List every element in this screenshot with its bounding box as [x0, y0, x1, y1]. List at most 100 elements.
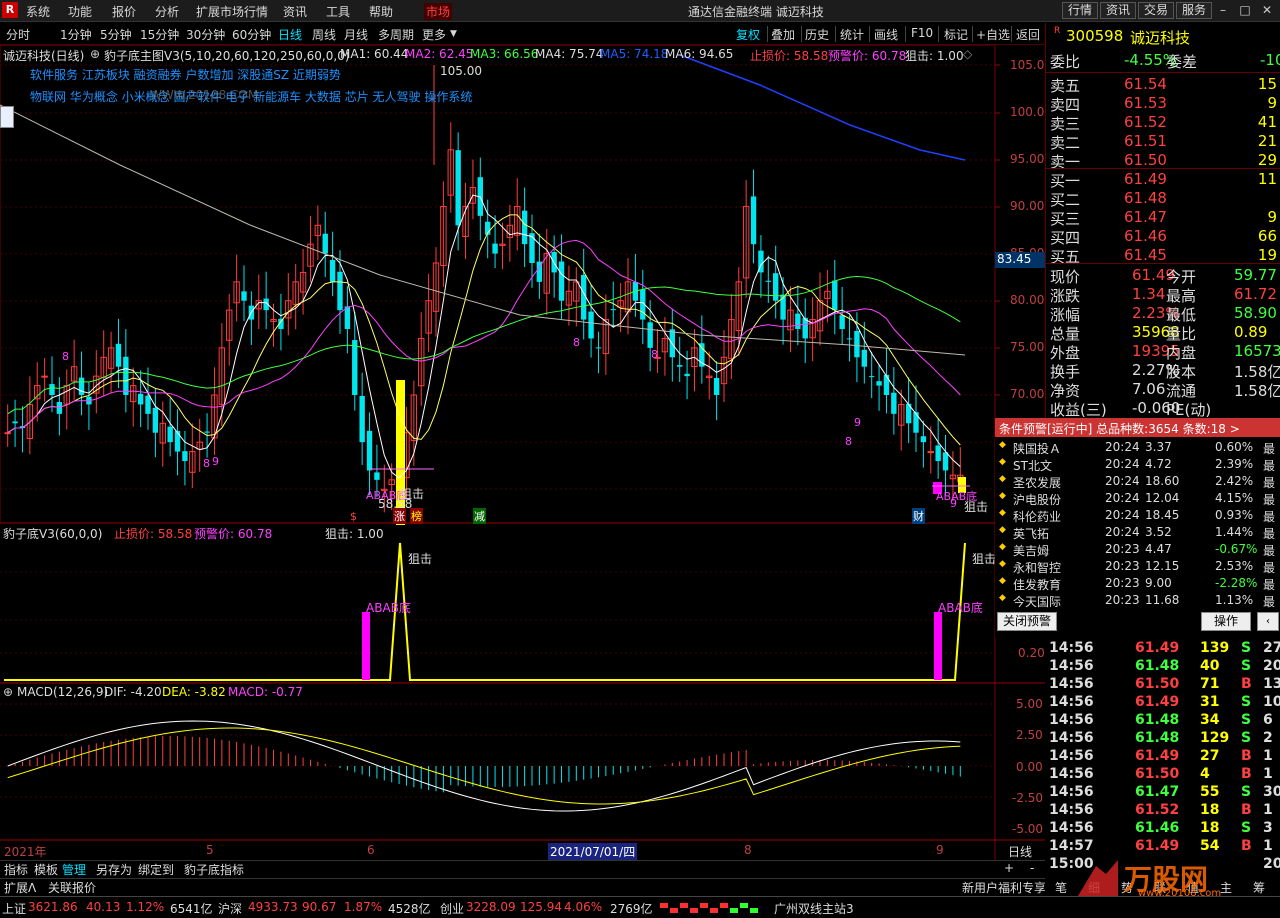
tick-tab[interactable]: 细 — [1088, 879, 1100, 896]
bid-row[interactable]: 买四 61.46 66 — [1046, 227, 1280, 247]
promo-link[interactable]: 新用户福利专享 — [962, 879, 1046, 896]
alert-bullet-icon: ◆ — [999, 457, 1006, 467]
tf-60min[interactable]: 60分钟 — [232, 26, 271, 43]
tab-save-as[interactable]: 另存为 — [96, 861, 132, 878]
tf-multi[interactable]: 多周期 — [378, 26, 414, 43]
alert-row[interactable]: ◆ 英飞拓 20:24 3.52 1.44% 最 — [995, 525, 1280, 542]
index-cy-label[interactable]: 创业 — [440, 900, 464, 917]
tf-30min[interactable]: 30分钟 — [186, 26, 225, 43]
tab-bind[interactable]: 绑定到 — [138, 861, 174, 878]
ask-row[interactable]: 卖三 61.52 41 — [1046, 113, 1280, 133]
dollar-icon[interactable]: $ — [350, 510, 357, 523]
server-status[interactable]: 广州双线主站3 — [774, 900, 854, 917]
minimize-icon[interactable]: – — [1214, 2, 1232, 19]
chevron-down-icon[interactable]: ▼ — [450, 29, 457, 39]
tick-tab[interactable]: 笔 — [1055, 879, 1067, 896]
tick-tab[interactable]: 势 — [1121, 879, 1133, 896]
close-alert-button[interactable]: 关闭预警 — [997, 612, 1057, 631]
sub-indicator-title[interactable]: 豹子底V3(60,0,0) — [3, 525, 102, 542]
zoom-in-icon[interactable]: + — [1004, 861, 1014, 878]
bid-row[interactable]: 买一 61.49 11 — [1046, 170, 1280, 190]
toolbar-mark[interactable]: 标记 — [944, 26, 968, 43]
alert-row[interactable]: ◆ 沪电股份 20:24 12.04 4.15% 最 — [995, 491, 1280, 508]
menu-system[interactable]: 系统 — [26, 3, 50, 20]
close-icon[interactable]: ✕ — [1258, 2, 1276, 19]
tf-5min[interactable]: 5分钟 — [100, 26, 132, 43]
event-tag-rise[interactable]: 涨 — [393, 508, 406, 524]
period-label[interactable]: 日线 — [1008, 843, 1032, 860]
zoom-out-icon[interactable]: - — [1030, 861, 1034, 878]
alert-row[interactable]: ◆ 圣农发展 20:24 18.60 2.42% 最 — [995, 474, 1280, 491]
restore-icon[interactable]: □ — [1236, 2, 1254, 19]
stat-row: 换手 2.27% 股本 1.58亿 — [1046, 361, 1280, 381]
tick-tab[interactable]: 筹 — [1253, 879, 1265, 896]
toolbar-history[interactable]: 历史 — [805, 26, 829, 43]
toolbar-back[interactable]: 返回 — [1016, 26, 1040, 43]
tf-15min[interactable]: 15分钟 — [140, 26, 179, 43]
toolbar-adjust[interactable]: 复权 — [736, 26, 760, 43]
ma2-label: MA2: 62.45 — [405, 47, 474, 61]
event-tag-list[interactable]: 榜 — [410, 508, 423, 524]
alert-row[interactable]: ◆ 美吉姆 20:23 4.47 -0.67% 最 — [995, 542, 1280, 559]
win-btn-trade[interactable]: 交易 — [1138, 2, 1174, 19]
tab-baozi-indicator[interactable]: 豹子底指标 — [184, 861, 244, 878]
toolbar-f10[interactable]: F10 — [911, 26, 933, 40]
event-tag-reduce[interactable]: 减 — [473, 508, 486, 524]
tf-more[interactable]: 更多 — [422, 26, 446, 43]
index-sh-label[interactable]: 上证 — [2, 900, 26, 917]
main-indicator-label[interactable]: 豹子底主图V3(5,10,20,60,120,250,60,0,0) — [104, 47, 350, 64]
alert-row[interactable]: ◆ 佳发教育 20:23 9.00 -2.28% 最 — [995, 576, 1280, 593]
menu-extended-market[interactable]: 扩展市场行情 — [196, 3, 268, 20]
stat-row: 涨幅 2.23% 最低 58.90 — [1046, 304, 1280, 324]
toolbar-draw[interactable]: 画线 — [874, 26, 898, 43]
menu-news[interactable]: 资讯 — [283, 3, 307, 20]
side-tab[interactable] — [0, 106, 14, 128]
tab-extend[interactable]: 扩展Λ — [4, 879, 36, 896]
tick-tab[interactable]: 主 — [1220, 879, 1232, 896]
tf-weekly[interactable]: 周线 — [312, 26, 336, 43]
menu-quotes[interactable]: 报价 — [112, 3, 136, 20]
alert-row[interactable]: ◆ 今天国际 20:23 11.68 1.13% 最 — [995, 593, 1280, 610]
menu-help[interactable]: 帮助 — [369, 3, 393, 20]
ask-row[interactable]: 卖二 61.51 21 — [1046, 132, 1280, 152]
win-btn-quotes[interactable]: 行情 — [1062, 2, 1098, 19]
tf-intraday[interactable]: 分时 — [6, 26, 30, 43]
menu-function[interactable]: 功能 — [68, 3, 92, 20]
macd-expand-icon[interactable]: ⊕ — [3, 685, 13, 699]
bid-row[interactable]: 买二 61.48 — [1046, 189, 1280, 209]
ask-row[interactable]: 卖四 61.53 9 — [1046, 94, 1280, 114]
tf-1min[interactable]: 1分钟 — [60, 26, 92, 43]
win-btn-service[interactable]: 服务 — [1176, 2, 1212, 19]
bid-price: 61.46 — [1124, 227, 1167, 245]
index-sz-label[interactable]: 沪深 — [218, 900, 242, 917]
alert-collapse-icon[interactable]: ‹ — [1257, 612, 1279, 631]
ask-row[interactable]: 卖五 61.54 15 — [1046, 75, 1280, 95]
tf-daily[interactable]: 日线 — [278, 26, 302, 43]
tf-monthly[interactable]: 月线 — [344, 26, 368, 43]
alert-row[interactable]: ◆ ST北文 20:24 4.72 2.39% 最 — [995, 457, 1280, 474]
menu-tools[interactable]: 工具 — [326, 3, 350, 20]
tick-list[interactable]: 14:56 61.49 139 S 27 14:56 61.48 40 S 20 14:56 61.5… — [1045, 640, 1280, 872]
tab-template[interactable]: 模板 — [34, 861, 58, 878]
alert-operate-button[interactable]: 操作 — [1201, 612, 1251, 631]
alert-row[interactable]: ◆ 永和智控 20:23 12.15 2.53% 最 — [995, 559, 1280, 576]
event-tag-finance[interactable]: 财 — [912, 508, 925, 524]
toolbar-overlay[interactable]: 叠加 — [771, 26, 795, 43]
alert-row[interactable]: ◆ 陕国投Ａ 20:24 3.37 0.60% 最 — [995, 440, 1280, 457]
menu-market[interactable]: 市场 — [424, 3, 453, 20]
tab-linked-quote[interactable]: 关联报价 — [48, 879, 96, 896]
win-btn-news[interactable]: 资讯 — [1100, 2, 1136, 19]
tab-indicator[interactable]: 指标 — [4, 861, 28, 878]
menu-analysis[interactable]: 分析 — [155, 3, 179, 20]
toolbar-add-watchlist[interactable]: +自选 — [976, 26, 1010, 43]
alert-header[interactable]: 条件预警[运行中] 总品种数:3654 条数:18 > — [995, 418, 1280, 437]
tick-tab[interactable]: 联 — [1154, 879, 1166, 896]
tick-tab[interactable]: 值 — [1187, 879, 1199, 896]
alert-row[interactable]: ◆ 科伦药业 20:24 18.45 0.93% 最 — [995, 508, 1280, 525]
tab-manage[interactable]: 管理 — [62, 861, 86, 878]
macd-title[interactable]: MACD(12,26,9) — [17, 685, 108, 699]
bid-row[interactable]: 买三 61.47 9 — [1046, 208, 1280, 228]
chart-canvas[interactable] — [0, 45, 1045, 860]
toolbar-stats[interactable]: 统计 — [840, 26, 864, 43]
indicator-expand-icon[interactable]: ⊕ — [90, 47, 100, 61]
